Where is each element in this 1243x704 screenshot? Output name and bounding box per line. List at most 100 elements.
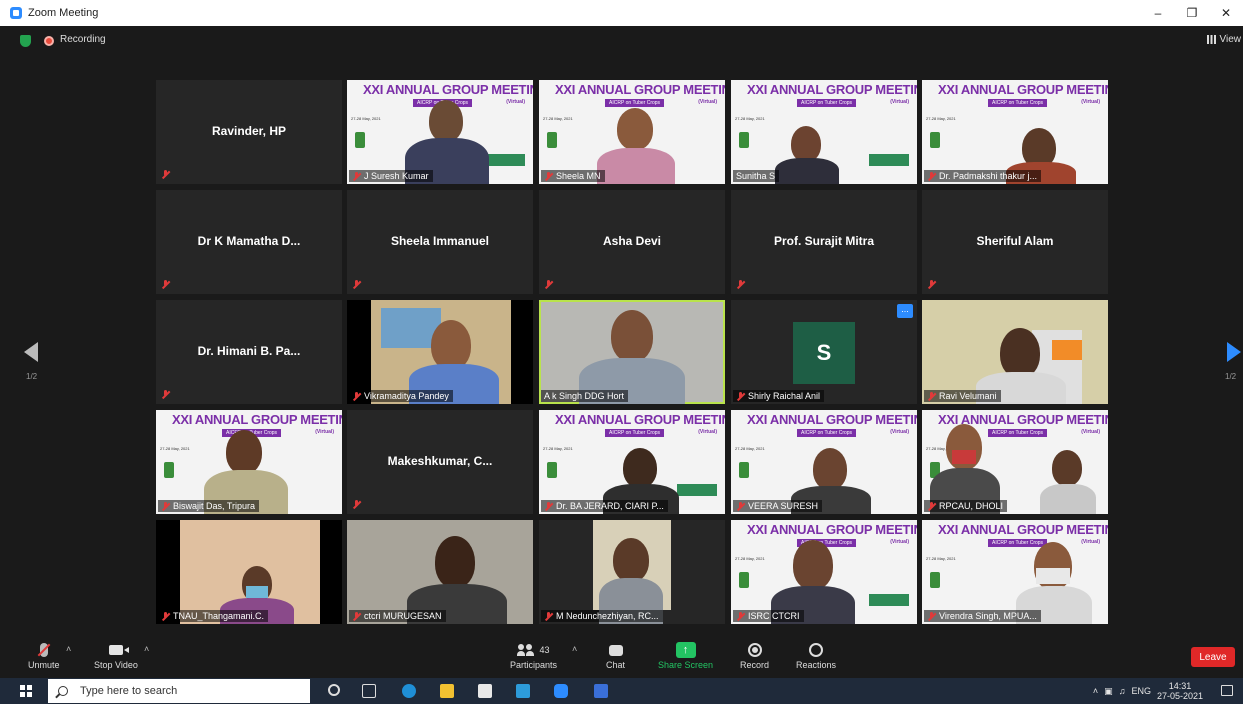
- video-tile[interactable]: Prof. Surajit Mitra: [731, 190, 917, 294]
- banner-title: XXI ANNUAL GROUP MEETING: [363, 82, 533, 97]
- minimize-icon[interactable]: –: [1141, 0, 1175, 26]
- restore-icon[interactable]: ❐: [1175, 0, 1209, 26]
- participant-name: Ravinder, HP: [211, 124, 287, 138]
- task-view-icon[interactable]: [362, 684, 376, 698]
- participant-label: Dr. Padmakshi thakur j...: [924, 170, 1042, 182]
- video-tile[interactable]: XXI ANNUAL GROUP MEETING AICRP on Tuber …: [156, 410, 342, 514]
- video-tile[interactable]: ctcri MURUGESAN: [347, 520, 533, 624]
- encryption-shield-icon[interactable]: [20, 35, 31, 47]
- video-tile[interactable]: TNAU_Thangamani.C.: [156, 520, 342, 624]
- banner-title: XXI ANNUAL GROUP MEETING: [555, 82, 725, 97]
- participant-label: Ravi Velumani: [924, 390, 1001, 402]
- video-tile[interactable]: XXI ANNUAL GROUP MEETING AICRP on Tuber …: [922, 520, 1108, 624]
- store-icon[interactable]: [478, 684, 492, 698]
- banner-virtual: (Virtual): [315, 429, 334, 435]
- cortana-icon[interactable]: [328, 684, 340, 696]
- participants-caret-icon[interactable]: ˄: [572, 644, 577, 654]
- network-icon[interactable]: ▣: [1104, 686, 1113, 697]
- windows-start-icon[interactable]: [20, 685, 32, 697]
- participant-name: Ravi Velumani: [939, 391, 997, 401]
- video-tile[interactable]: Sheela Immanuel: [347, 190, 533, 294]
- video-tile[interactable]: XXI ANNUAL GROUP MEETING AICRP on Tuber …: [731, 80, 917, 184]
- tray-overflow-chevron-icon[interactable]: ˄: [1093, 686, 1098, 696]
- clock[interactable]: 14:31 27-05-2021: [1157, 681, 1203, 701]
- language-indicator[interactable]: ENG: [1131, 686, 1151, 696]
- banner-title: XXI ANNUAL GROUP MEETING: [555, 412, 725, 427]
- zoom-taskbar-icon[interactable]: [554, 684, 568, 698]
- video-tile[interactable]: XXI ANNUAL GROUP MEETING AICRP on Tuber …: [539, 80, 725, 184]
- mic-muted-icon: [352, 171, 361, 181]
- logo-icon: [164, 462, 174, 478]
- logo-icon: [739, 572, 749, 588]
- recording-icon[interactable]: [44, 36, 54, 46]
- banner-title: XXI ANNUAL GROUP MEETING: [747, 82, 917, 97]
- participant-label: Vikramaditya Pandey: [349, 390, 453, 402]
- video-options-caret-icon[interactable]: ˄: [144, 644, 149, 654]
- video-tile[interactable]: XXI ANNUAL GROUP MEETING AICRP on Tuber …: [347, 80, 533, 184]
- banner-logo: [869, 594, 909, 606]
- audio-options-caret-icon[interactable]: ˄: [66, 644, 71, 654]
- share-screen-button[interactable]: ↑ Share Screen: [658, 640, 713, 670]
- mic-muted-icon: [927, 280, 936, 289]
- active-speaker-tile[interactable]: A k Singh DDG Hort: [539, 300, 725, 404]
- mic-muted-icon: [39, 643, 48, 657]
- video-tile[interactable]: M Nedunchezhiyan, RC...: [539, 520, 725, 624]
- banner-title: XXI ANNUAL GROUP MEETING: [938, 82, 1108, 97]
- participants-button[interactable]: 43 Participants: [510, 640, 557, 670]
- reactions-button[interactable]: Reactions: [796, 640, 836, 670]
- video-tile[interactable]: Ravi Velumani: [922, 300, 1108, 404]
- more-options-button[interactable]: ...: [897, 304, 913, 318]
- mic-muted-icon: [736, 280, 745, 289]
- participant-label: A k Singh DDG Hort: [541, 390, 629, 402]
- video-tile[interactable]: XXI ANNUAL GROUP MEETING AICRP on Tuber …: [922, 410, 1108, 514]
- video-tile[interactable]: XXI ANNUAL GROUP MEETING AICRP on Tuber …: [731, 410, 917, 514]
- banner-title: XXI ANNUAL GROUP MEETING: [747, 522, 917, 537]
- chat-button[interactable]: Chat: [606, 640, 625, 670]
- video-tile[interactable]: S ... Shirly Raichal Anil: [731, 300, 917, 404]
- close-icon[interactable]: ✕: [1209, 0, 1243, 26]
- notes-app-icon[interactable]: [594, 684, 608, 698]
- video-tile[interactable]: Asha Devi: [539, 190, 725, 294]
- participant-name: Dr. Padmakshi thakur j...: [939, 171, 1038, 181]
- stop-video-button[interactable]: Stop Video: [94, 640, 138, 670]
- edge-browser-icon[interactable]: [402, 684, 416, 698]
- file-explorer-icon[interactable]: [440, 684, 454, 698]
- video-tile[interactable]: Ravinder, HP: [156, 80, 342, 184]
- mic-muted-icon: [352, 280, 361, 289]
- participant-name: VEERA SURESH: [748, 501, 819, 511]
- participant-name: Dr K Mamatha D...: [197, 234, 301, 248]
- video-tile[interactable]: XXI ANNUAL GROUP MEETING AICRP on Tuber …: [539, 410, 725, 514]
- mic-muted-icon: [736, 611, 745, 621]
- banner-logo: [869, 154, 909, 166]
- mic-muted-icon: [161, 501, 170, 511]
- video-tile[interactable]: Dr. Himani B. Pa...: [156, 300, 342, 404]
- participant-name: Virendra Singh, MPUA...: [939, 611, 1037, 621]
- record-button[interactable]: Record: [740, 640, 769, 670]
- video-tile[interactable]: Makeshkumar, C...: [347, 410, 533, 514]
- banner-date: 27-28 May, 2021: [735, 446, 765, 451]
- mic-muted-icon: [736, 501, 745, 511]
- mail-icon[interactable]: [516, 684, 530, 698]
- banner-date: 27-28 May, 2021: [543, 116, 573, 121]
- mic-muted-icon: [927, 391, 936, 401]
- video-tile[interactable]: Sheriful Alam: [922, 190, 1108, 294]
- video-tile[interactable]: XXI ANNUAL GROUP MEETING AICRP on Tuber …: [731, 520, 917, 624]
- taskbar-search-box[interactable]: Type here to search: [48, 679, 310, 703]
- participant-name: Sheriful Alam: [976, 234, 1054, 248]
- view-button[interactable]: View: [1206, 34, 1241, 45]
- leave-button[interactable]: Leave: [1191, 647, 1235, 667]
- notifications-icon[interactable]: [1221, 685, 1233, 696]
- title-bar: Zoom Meeting – ❐ ✕: [0, 0, 1243, 26]
- participant-name: Sunitha S: [736, 171, 776, 181]
- video-tile[interactable]: Vikramaditya Pandey: [347, 300, 533, 404]
- participant-name: Sheela MN: [556, 171, 601, 181]
- next-page-icon[interactable]: [1227, 342, 1241, 362]
- previous-page-icon[interactable]: [24, 342, 38, 362]
- video-tile[interactable]: XXI ANNUAL GROUP MEETING AICRP on Tuber …: [922, 80, 1108, 184]
- unmute-button[interactable]: Unmute: [28, 640, 60, 670]
- record-label: Record: [740, 660, 770, 670]
- volume-icon[interactable]: ♫: [1119, 686, 1126, 696]
- video-tile[interactable]: Dr K Mamatha D...: [156, 190, 342, 294]
- participant-name: RPCAU, DHOLI: [939, 501, 1004, 511]
- banner-virtual: (Virtual): [506, 99, 525, 105]
